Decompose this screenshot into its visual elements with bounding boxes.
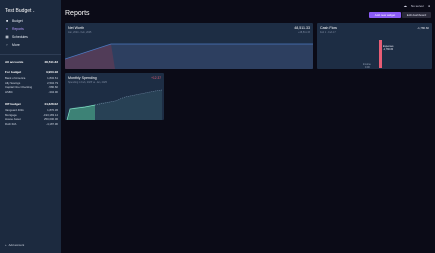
edit-dashboard-button[interactable]: Edit dashboard — [402, 12, 431, 18]
account-name: House Asset — [5, 117, 21, 121]
add-account-label: Add account — [8, 243, 25, 247]
account-name: Ally Savings — [5, 80, 21, 85]
main-content: ☁ No server ● Reports Add new widget Edi… — [61, 0, 435, 253]
cash-flow-card[interactable]: Cash Flow Feb 1 - Feb 17 -1,780.60 Expen… — [317, 23, 432, 69]
add-widget-button[interactable]: Add new widget — [369, 12, 401, 18]
card-title: Net Worth — [68, 26, 85, 30]
cash-flow-value: -1,780.60 — [417, 26, 429, 30]
account-name: Roth IRA — [5, 121, 17, 126]
nav-label: Schedules — [12, 35, 28, 39]
calendar-icon: ▦ — [5, 35, 9, 39]
net-worth-chart — [65, 43, 313, 69]
off-budget-row[interactable]: Off budget 44,328.02 — [5, 102, 58, 106]
reports-icon: ≡ — [6, 27, 8, 31]
account-group-name: For budget — [5, 70, 22, 74]
account-balance: 1,870.36 — [47, 108, 58, 112]
net-worth-value: 48,511.33 — [294, 26, 310, 30]
account-name: Mortgage — [5, 112, 17, 117]
top-right-controls: ☁ No server ● — [404, 4, 430, 8]
account-group-name: Off budget — [5, 102, 21, 106]
account-name: All accounts — [5, 60, 24, 64]
account-row[interactable]: House Asset 250,000.00 — [5, 117, 58, 121]
nav-item-more[interactable]: › More — [5, 43, 20, 47]
account-row[interactable]: Capital One Checking -580.60 — [5, 85, 58, 89]
add-account-button[interactable]: + Add account — [5, 243, 24, 247]
account-balance: 250,000.00 — [44, 117, 58, 121]
nav-label: Reports — [12, 27, 24, 31]
nav-label: More — [12, 43, 20, 47]
account-row[interactable]: Bank of America 1,832.61 — [5, 76, 58, 80]
sync-icon[interactable]: ☁ — [404, 4, 407, 8]
sidebar: Test Budget ⌄ ■ Budget ≡ Reports ▦ Sched… — [0, 0, 61, 253]
card-title: Cash Flow — [320, 26, 337, 30]
card-subtitle: Feb 1 - Feb 17 — [320, 30, 336, 34]
monthly-spending-card[interactable]: Monthly Spending Spending in Feb, 2025 v… — [65, 73, 164, 120]
all-accounts-row[interactable]: All accounts 48,511.33 — [5, 60, 58, 64]
account-row[interactable]: HSBC -304.90 — [5, 90, 58, 94]
account-name: Capital One Checking — [5, 85, 33, 89]
account-balance: -580.60 — [48, 85, 59, 89]
help-icon[interactable]: ● — [428, 4, 430, 8]
account-row[interactable]: Roth IRA -4,187.96 — [5, 122, 58, 126]
account-name: Vanguard 401k — [5, 108, 24, 112]
account-row[interactable]: Mortgage -193,183.14 — [5, 113, 58, 117]
account-row[interactable]: Vanguard 401k 1,870.36 — [5, 108, 58, 112]
nav-label: Budget — [12, 19, 23, 23]
account-group-balance: 44,328.02 — [44, 102, 58, 106]
expenses-value: -1,780.60 — [383, 48, 394, 51]
spending-change: +12.37 — [151, 76, 161, 80]
nav-item-budget[interactable]: ■ Budget — [5, 19, 23, 23]
account-balance: -193,183.14 — [43, 112, 58, 117]
chevron-right-icon: › — [6, 43, 8, 47]
for-budget-row[interactable]: For budget 3,903.18 — [5, 70, 58, 74]
sync-status[interactable]: No server — [411, 4, 424, 8]
budget-switcher[interactable]: Test Budget ⌄ — [5, 8, 35, 14]
account-balance: 2,504.79 — [47, 80, 58, 85]
expenses-bar — [379, 40, 382, 68]
wallet-icon: ■ — [5, 19, 9, 23]
account-balance: -4,187.96 — [46, 121, 58, 126]
monthly-spending-chart — [66, 89, 163, 120]
net-worth-card[interactable]: Net Worth Jan, 2024 - Feb, 2025 48,511.3… — [65, 23, 313, 69]
account-group-balance: 3,903.18 — [45, 70, 58, 74]
account-balance: 1,832.61 — [47, 76, 58, 80]
page-title: Reports — [65, 10, 90, 17]
divider — [0, 54, 61, 55]
account-name: HSBC — [5, 89, 13, 94]
card-subtitle: Spending in Feb, 2025 vs. Jan, 2025 — [68, 80, 107, 84]
account-name: Bank of America — [5, 76, 26, 80]
nav-item-reports[interactable]: ≡ Reports — [5, 27, 24, 31]
account-balance: -304.90 — [48, 89, 59, 94]
plus-icon: + — [5, 243, 7, 247]
card-subtitle: Jan, 2024 - Feb, 2025 — [68, 30, 92, 34]
account-balance: 48,511.33 — [44, 60, 58, 64]
card-title: Monthly Spending — [68, 76, 97, 80]
nav-item-schedules[interactable]: ▦ Schedules — [5, 35, 28, 39]
income-value: 0.00 — [365, 66, 370, 69]
chevron-down-icon: ⌄ — [32, 9, 35, 13]
net-worth-change: +48,511.33 — [298, 30, 310, 34]
account-row[interactable]: Ally Savings 2,504.79 — [5, 81, 58, 85]
budget-name: Test Budget — [5, 8, 32, 14]
